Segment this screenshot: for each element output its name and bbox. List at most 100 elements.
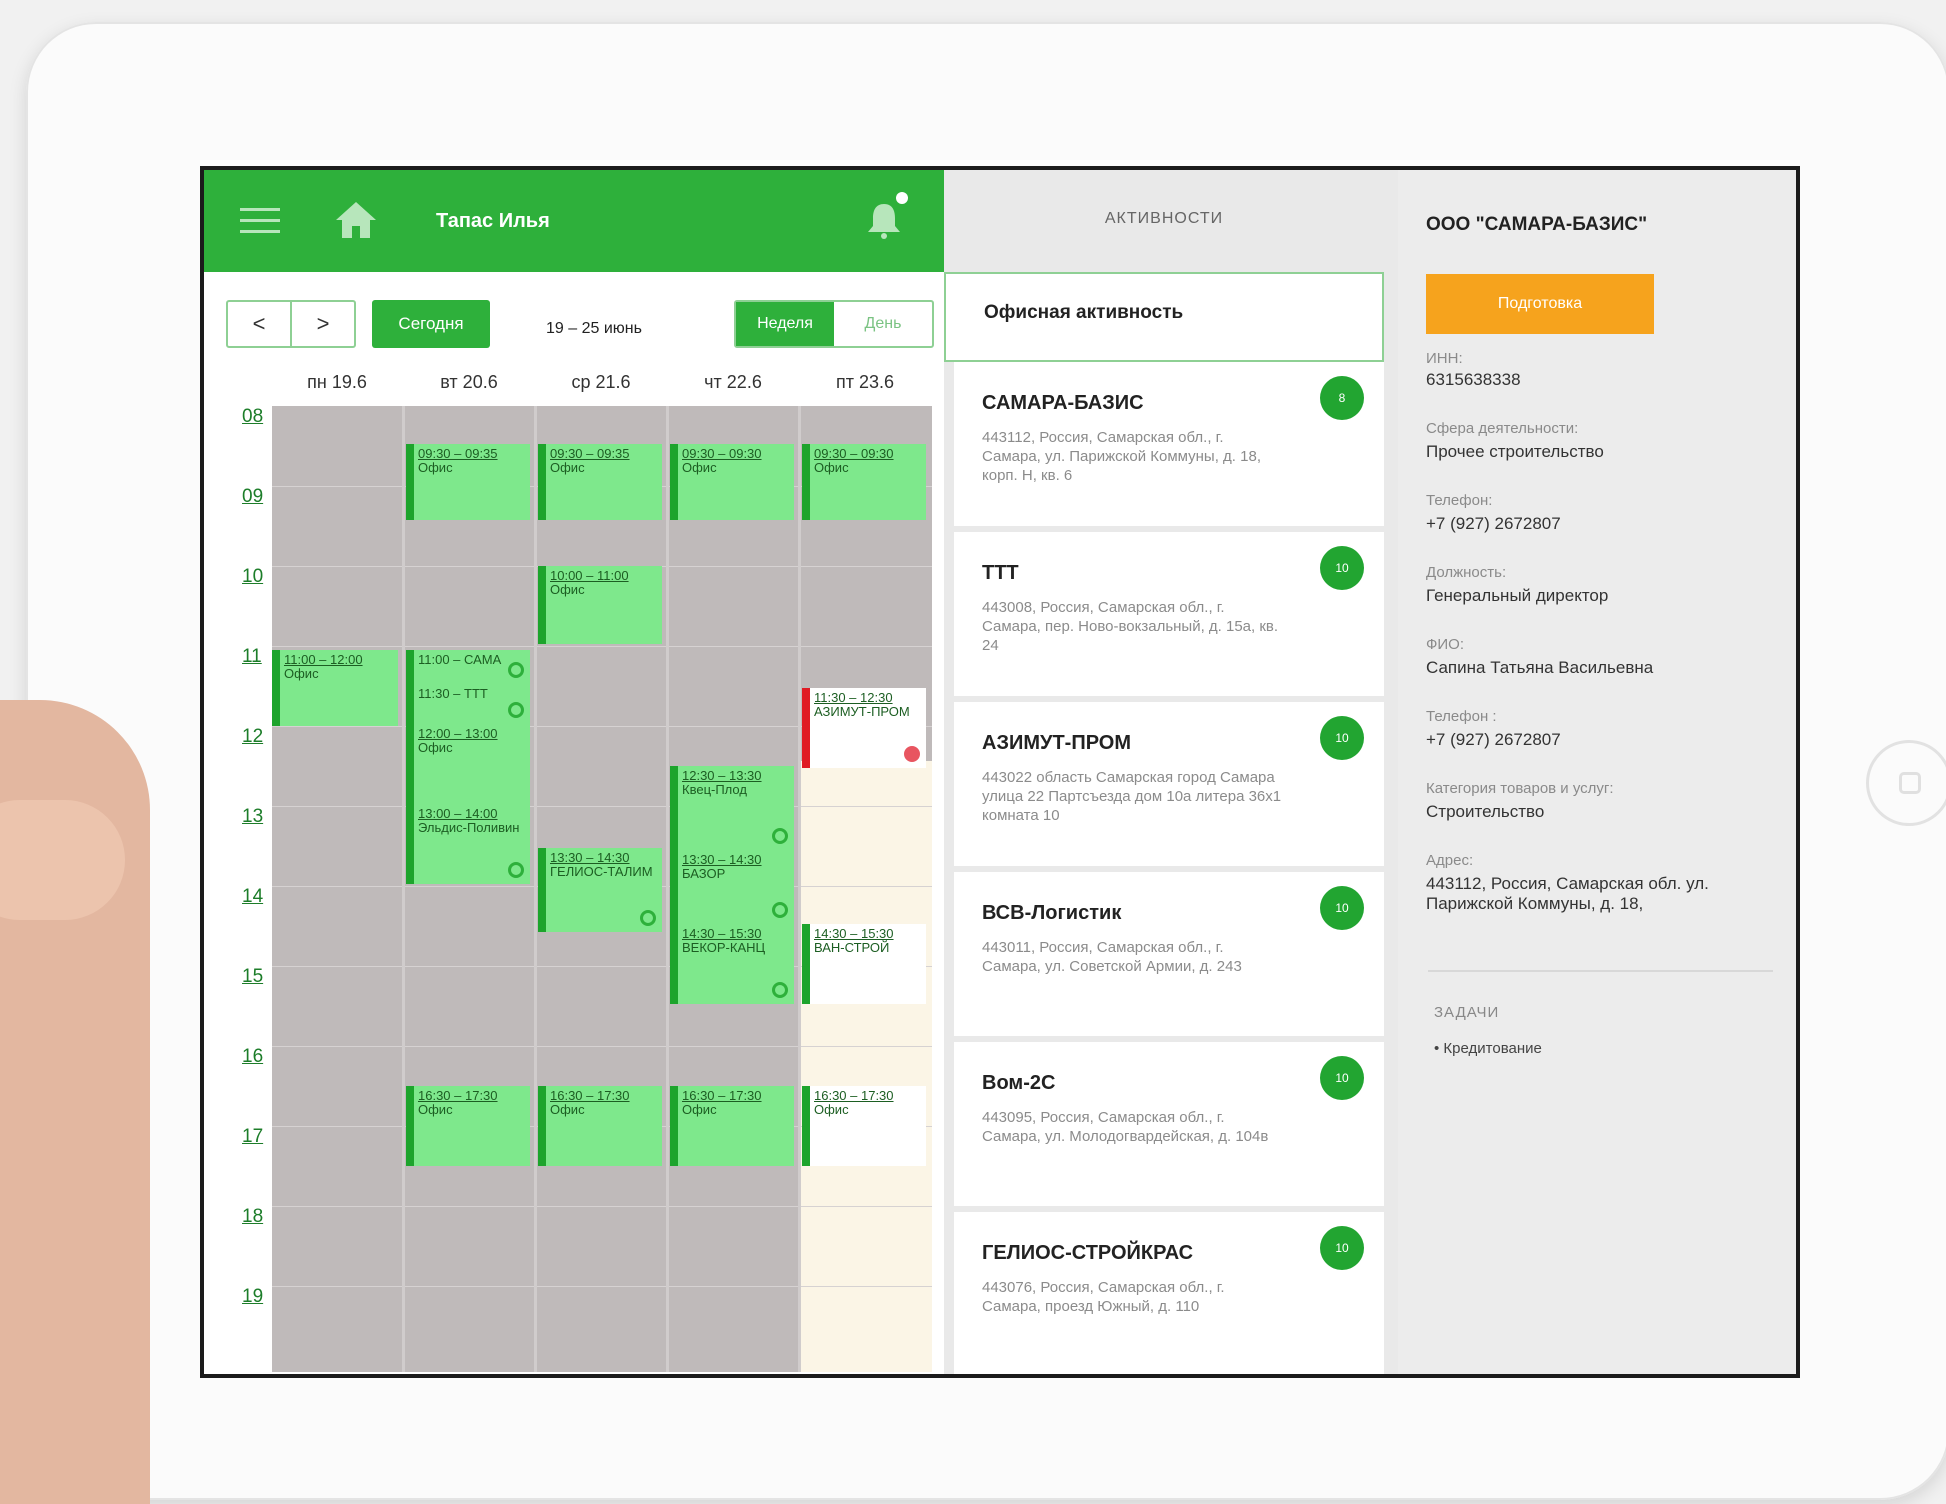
task-item[interactable]: • Кредитование (1434, 1040, 1542, 1057)
today-column (800, 761, 932, 1372)
activity-card[interactable]: САМАРА-БАЗИС 443112, Россия, Самарская о… (954, 362, 1384, 526)
company-address: 443011, Россия, Самарская обл., г. Самар… (982, 939, 1242, 975)
hour-label: 16 (242, 1046, 264, 1067)
calendar-event[interactable]: 09:30 – 09:35 Офис (538, 444, 662, 520)
field-label: Сфера деятельности: (1426, 420, 1579, 437)
week-nav: < > (226, 300, 356, 348)
hour-label: 12 (242, 726, 264, 747)
next-week-button[interactable]: > (290, 302, 354, 346)
hour-label: 17 (242, 1126, 264, 1147)
company-address: 443076, Россия, Самарская обл., г. Самар… (982, 1279, 1225, 1315)
event-time: 16:30 – 17:30 (550, 1088, 630, 1103)
event-title: Офис (814, 1102, 849, 1117)
field-label: Телефон : (1426, 708, 1497, 725)
week-view-button[interactable]: Неделя (736, 302, 834, 346)
activity-badge: 10 (1320, 1056, 1364, 1100)
event-title: Офис (418, 740, 453, 755)
activity-card[interactable]: ВСВ-Логистик 443011, Россия, Самарская о… (954, 872, 1384, 1036)
calendar-event[interactable]: 14:30 – 15:30 ВАН-СТРОЙ (802, 924, 926, 1004)
company-address: 443112, Россия, Самарская обл., г. Самар… (982, 429, 1261, 484)
event-time: 11:00 – САМА (418, 652, 502, 667)
calendar-event[interactable]: 12:00 – 13:00 Офис (406, 724, 530, 804)
today-button[interactable]: Сегодня (372, 300, 490, 348)
calendar-event[interactable]: 09:30 – 09:35 Офис (406, 444, 530, 520)
bell-icon[interactable] (864, 200, 904, 240)
activity-card[interactable]: Вом-2С 443095, Россия, Самарская обл., г… (954, 1042, 1384, 1206)
hour-labels: 08 09 10 11 12 13 14 15 16 17 18 19 (224, 406, 268, 1372)
hour-label: 11 (242, 646, 262, 667)
app-screen: Тапас Илья < > Сегодня 19 – 25 июнь Неде… (200, 166, 1800, 1378)
event-time: 10:00 – 11:00 (550, 568, 629, 583)
event-time: 09:30 – 09:30 (682, 446, 762, 461)
event-time: 11:30 – 12:30 (814, 690, 893, 705)
event-title: ВЕКОР-КАНЦ (682, 940, 766, 955)
activity-card[interactable]: АЗИМУТ-ПРОМ 443022 область Самарская гор… (954, 702, 1384, 866)
home-icon[interactable] (334, 200, 378, 240)
event-title: Офис (682, 1102, 717, 1117)
calendar-event[interactable]: 11:30 – 12:30 АЗИМУТ-ПРОМ (802, 688, 926, 768)
prepare-button[interactable]: Подготовка (1426, 274, 1654, 334)
activity-type-label: Офисная активность (984, 302, 1184, 323)
calendar-grid: 09:30 – 09:35 Офис 09:30 – 09:35 Офис 09:3… (272, 406, 932, 1372)
calendar-event[interactable]: 11:00 – 12:00 Офис (272, 650, 398, 726)
user-name: Тапас Илья (436, 210, 550, 232)
prev-week-button[interactable]: < (228, 302, 290, 346)
check-icon (508, 702, 524, 718)
calendar-event[interactable]: 10:00 – 11:00 Офис (538, 566, 662, 644)
calendar-event[interactable]: 11:30 – ТТТ (406, 684, 530, 724)
event-time: 14:30 – 15:30 (682, 926, 762, 941)
field-value: +7 (927) 2672807 (1426, 514, 1561, 533)
field-value: +7 (927) 2672807 (1426, 730, 1561, 749)
calendar-event[interactable]: 13:30 – 14:30 ГЕЛИОС-ТАЛИМ (538, 848, 662, 932)
calendar-event[interactable]: 09:30 – 09:30 Офис (670, 444, 794, 520)
calendar-event[interactable]: 16:30 – 17:30 Офис (406, 1086, 530, 1166)
activity-card[interactable]: ТТТ 443008, Россия, Самарская обл., г. С… (954, 532, 1384, 696)
event-title: Офис (418, 460, 453, 475)
event-title: Квец-Плод (682, 782, 747, 797)
company-address: 443095, Россия, Самарская обл., г. Самар… (982, 1109, 1269, 1145)
field-value: Прочее строительство (1426, 442, 1604, 461)
hour-label: 13 (242, 806, 264, 827)
company-name: ТТТ (982, 562, 1019, 584)
day-header: ср 21.6 (571, 372, 631, 392)
day-view-button[interactable]: День (834, 302, 932, 346)
org-name: ООО "САМАРА-БАЗИС" (1426, 214, 1648, 235)
hour-label: 09 (242, 486, 264, 507)
company-name: САМАРА-БАЗИС (982, 392, 1144, 414)
event-title: АЗИМУТ-ПРОМ (814, 704, 910, 719)
calendar-event[interactable]: 14:30 – 15:30 ВЕКОР-КАНЦ (670, 924, 794, 1004)
calendar-event[interactable]: 16:30 – 17:30 Офис (538, 1086, 662, 1166)
notification-dot (896, 192, 908, 204)
calendar-event[interactable]: 13:30 – 14:30 БАЗОР (670, 850, 794, 924)
calendar-event[interactable]: 11:00 – САМА (406, 650, 530, 684)
event-title: Офис (550, 460, 585, 475)
hour-label: 14 (242, 886, 264, 907)
field-value: 443112, Россия, Самарская обл. ул. Париж… (1426, 874, 1709, 913)
home-button[interactable] (1866, 740, 1946, 826)
calendar-event[interactable]: 09:30 – 09:30 Офис (802, 444, 926, 520)
company-name: ГЕЛИОС-СТРОЙКРАС (982, 1242, 1194, 1264)
menu-icon[interactable] (240, 208, 280, 234)
calendar-event[interactable]: 16:30 – 17:30 Офис (802, 1086, 926, 1166)
tasks-title: ЗАДАЧИ (1434, 1004, 1500, 1021)
event-time: 12:00 – 13:00 (418, 726, 498, 741)
activities-title: АКТИВНОСТИ (1104, 210, 1224, 227)
field-value: Строительство (1426, 802, 1545, 821)
calendar-event[interactable]: 13:00 – 14:00 Эльдис-Поливин (406, 804, 530, 884)
event-time: 14:30 – 15:30 (814, 926, 894, 941)
activity-badge: 10 (1320, 886, 1364, 930)
event-time: 11:00 – 12:00 (284, 652, 363, 667)
event-time: 13:00 – 14:00 (418, 806, 498, 821)
calendar-event[interactable]: 16:30 – 17:30 Офис (670, 1086, 794, 1166)
activity-card[interactable]: ГЕЛИОС-СТРОЙКРАС 443076, Россия, Самарск… (954, 1212, 1384, 1374)
day-header: пт 23.6 (835, 372, 895, 392)
hour-label: 15 (242, 966, 264, 987)
activity-type-selector[interactable]: Офисная активность (944, 272, 1384, 362)
event-time: 16:30 – 17:30 (418, 1088, 498, 1103)
calendar-event[interactable]: 12:30 – 13:30 Квец-Плод (670, 766, 794, 850)
thumb (0, 800, 125, 920)
calendar-pane: Тапас Илья < > Сегодня 19 – 25 июнь Неде… (204, 170, 944, 1374)
event-time: 11:30 – ТТТ (418, 686, 488, 701)
event-time: 16:30 – 17:30 (682, 1088, 762, 1103)
check-icon (640, 910, 656, 926)
